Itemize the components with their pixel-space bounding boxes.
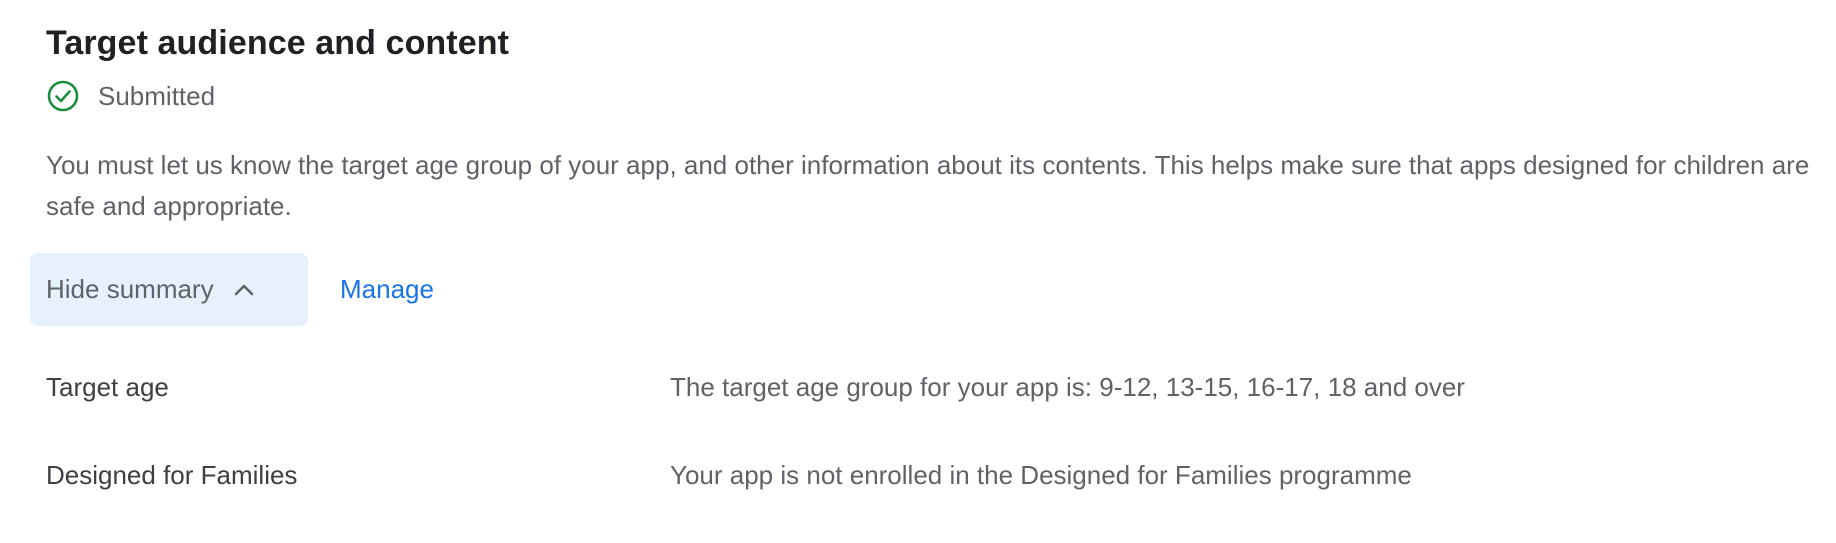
summary-list: Target age The target age group for your… <box>46 367 1826 543</box>
target-audience-section: Target audience and content Submitted Yo… <box>0 0 1836 530</box>
summary-key: Designed for Families <box>46 459 298 490</box>
summary-value: Your app is not enrolled in the Designed… <box>670 459 1412 490</box>
hide-summary-label: Hide summary <box>46 274 214 304</box>
status-indicator: Submitted <box>46 79 215 113</box>
summary-actions: Hide summary Manage <box>30 253 434 326</box>
section-description: You must let us know the target age grou… <box>46 150 1810 221</box>
summary-row-target-age: Target age The target age group for your… <box>46 367 1826 407</box>
status-label: Submitted <box>98 81 216 111</box>
manage-link[interactable]: Manage <box>340 274 434 305</box>
summary-value: The target age group for your app is: 9-… <box>670 371 1465 402</box>
check-circle-icon <box>46 79 80 113</box>
summary-row-designed-for-families: Designed for Families Your app is not en… <box>46 455 1826 495</box>
hide-summary-button[interactable]: Hide summary <box>30 253 308 326</box>
summary-key: Target age <box>46 371 169 402</box>
section-title: Target audience and content <box>46 24 510 62</box>
chevron-up-icon <box>230 276 258 304</box>
